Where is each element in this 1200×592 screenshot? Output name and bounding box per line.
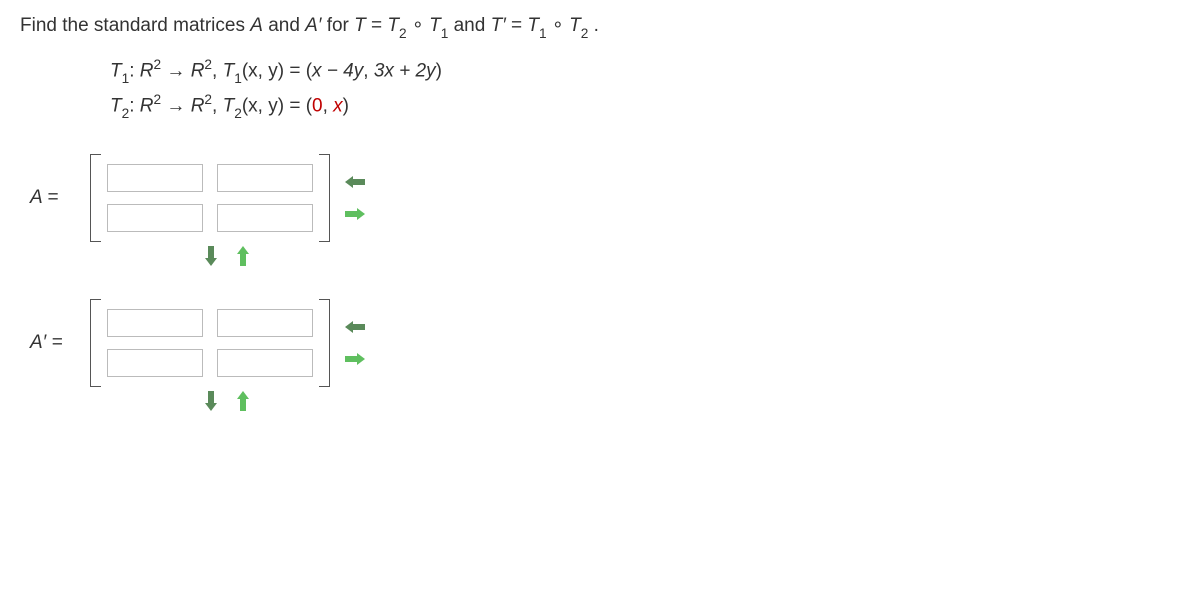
matrix-Aprime-cell-0-1[interactable] (217, 309, 313, 337)
matrix-A-brackets (90, 154, 330, 242)
matrix-Aprime-cells (101, 299, 319, 387)
remove-column-button[interactable] (342, 318, 368, 336)
matrix-Aprime-brackets (90, 299, 330, 387)
add-column-button[interactable] (342, 350, 368, 368)
bracket-right-icon (319, 154, 330, 242)
add-row-button[interactable] (198, 247, 224, 265)
remove-row-button[interactable] (230, 247, 256, 265)
matrix-A-cell-1-0[interactable] (107, 204, 203, 232)
bracket-right-icon (319, 299, 330, 387)
var-A-prime: A′ (305, 15, 321, 36)
bracket-left-icon (90, 299, 101, 387)
matrix-A-row: A = (30, 154, 1180, 242)
matrix-A-cell-0-0[interactable] (107, 164, 203, 192)
matrix-Aprime-row: A′ = (30, 299, 1180, 387)
remove-row-button[interactable] (230, 392, 256, 410)
matrix-Aprime-cell-1-0[interactable] (107, 349, 203, 377)
matrix-Aprime-cell-1-1[interactable] (217, 349, 313, 377)
var-A: A (250, 15, 263, 36)
definition-T2: T2: R2 → R2, T2(x, y) = (0, x) (110, 88, 1180, 123)
matrix-A-col-arrows (342, 173, 368, 223)
matrix-Aprime-row-arrows (198, 392, 1180, 410)
add-column-button[interactable] (342, 205, 368, 223)
label-A: A = (30, 187, 90, 209)
matrix-Aprime-col-arrows (342, 318, 368, 368)
question-prompt: Find the standard matrices A and A′ for … (20, 14, 1180, 39)
matrix-Aprime-cell-0-0[interactable] (107, 309, 203, 337)
prompt-text: Find the standard matrices (20, 15, 250, 36)
matrix-A-row-arrows (198, 247, 1180, 265)
definition-T1: T1: R2 → R2, T1(x, y) = (x − 4y, 3x + 2y… (110, 53, 1180, 88)
matrix-A-cell-1-1[interactable] (217, 204, 313, 232)
matrix-A-cells (101, 154, 319, 242)
add-row-button[interactable] (198, 392, 224, 410)
bracket-left-icon (90, 154, 101, 242)
matrix-A-cell-0-1[interactable] (217, 164, 313, 192)
remove-column-button[interactable] (342, 173, 368, 191)
transformation-definitions: T1: R2 → R2, T1(x, y) = (x − 4y, 3x + 2y… (110, 53, 1180, 124)
label-Aprime: A′ = (30, 332, 90, 354)
